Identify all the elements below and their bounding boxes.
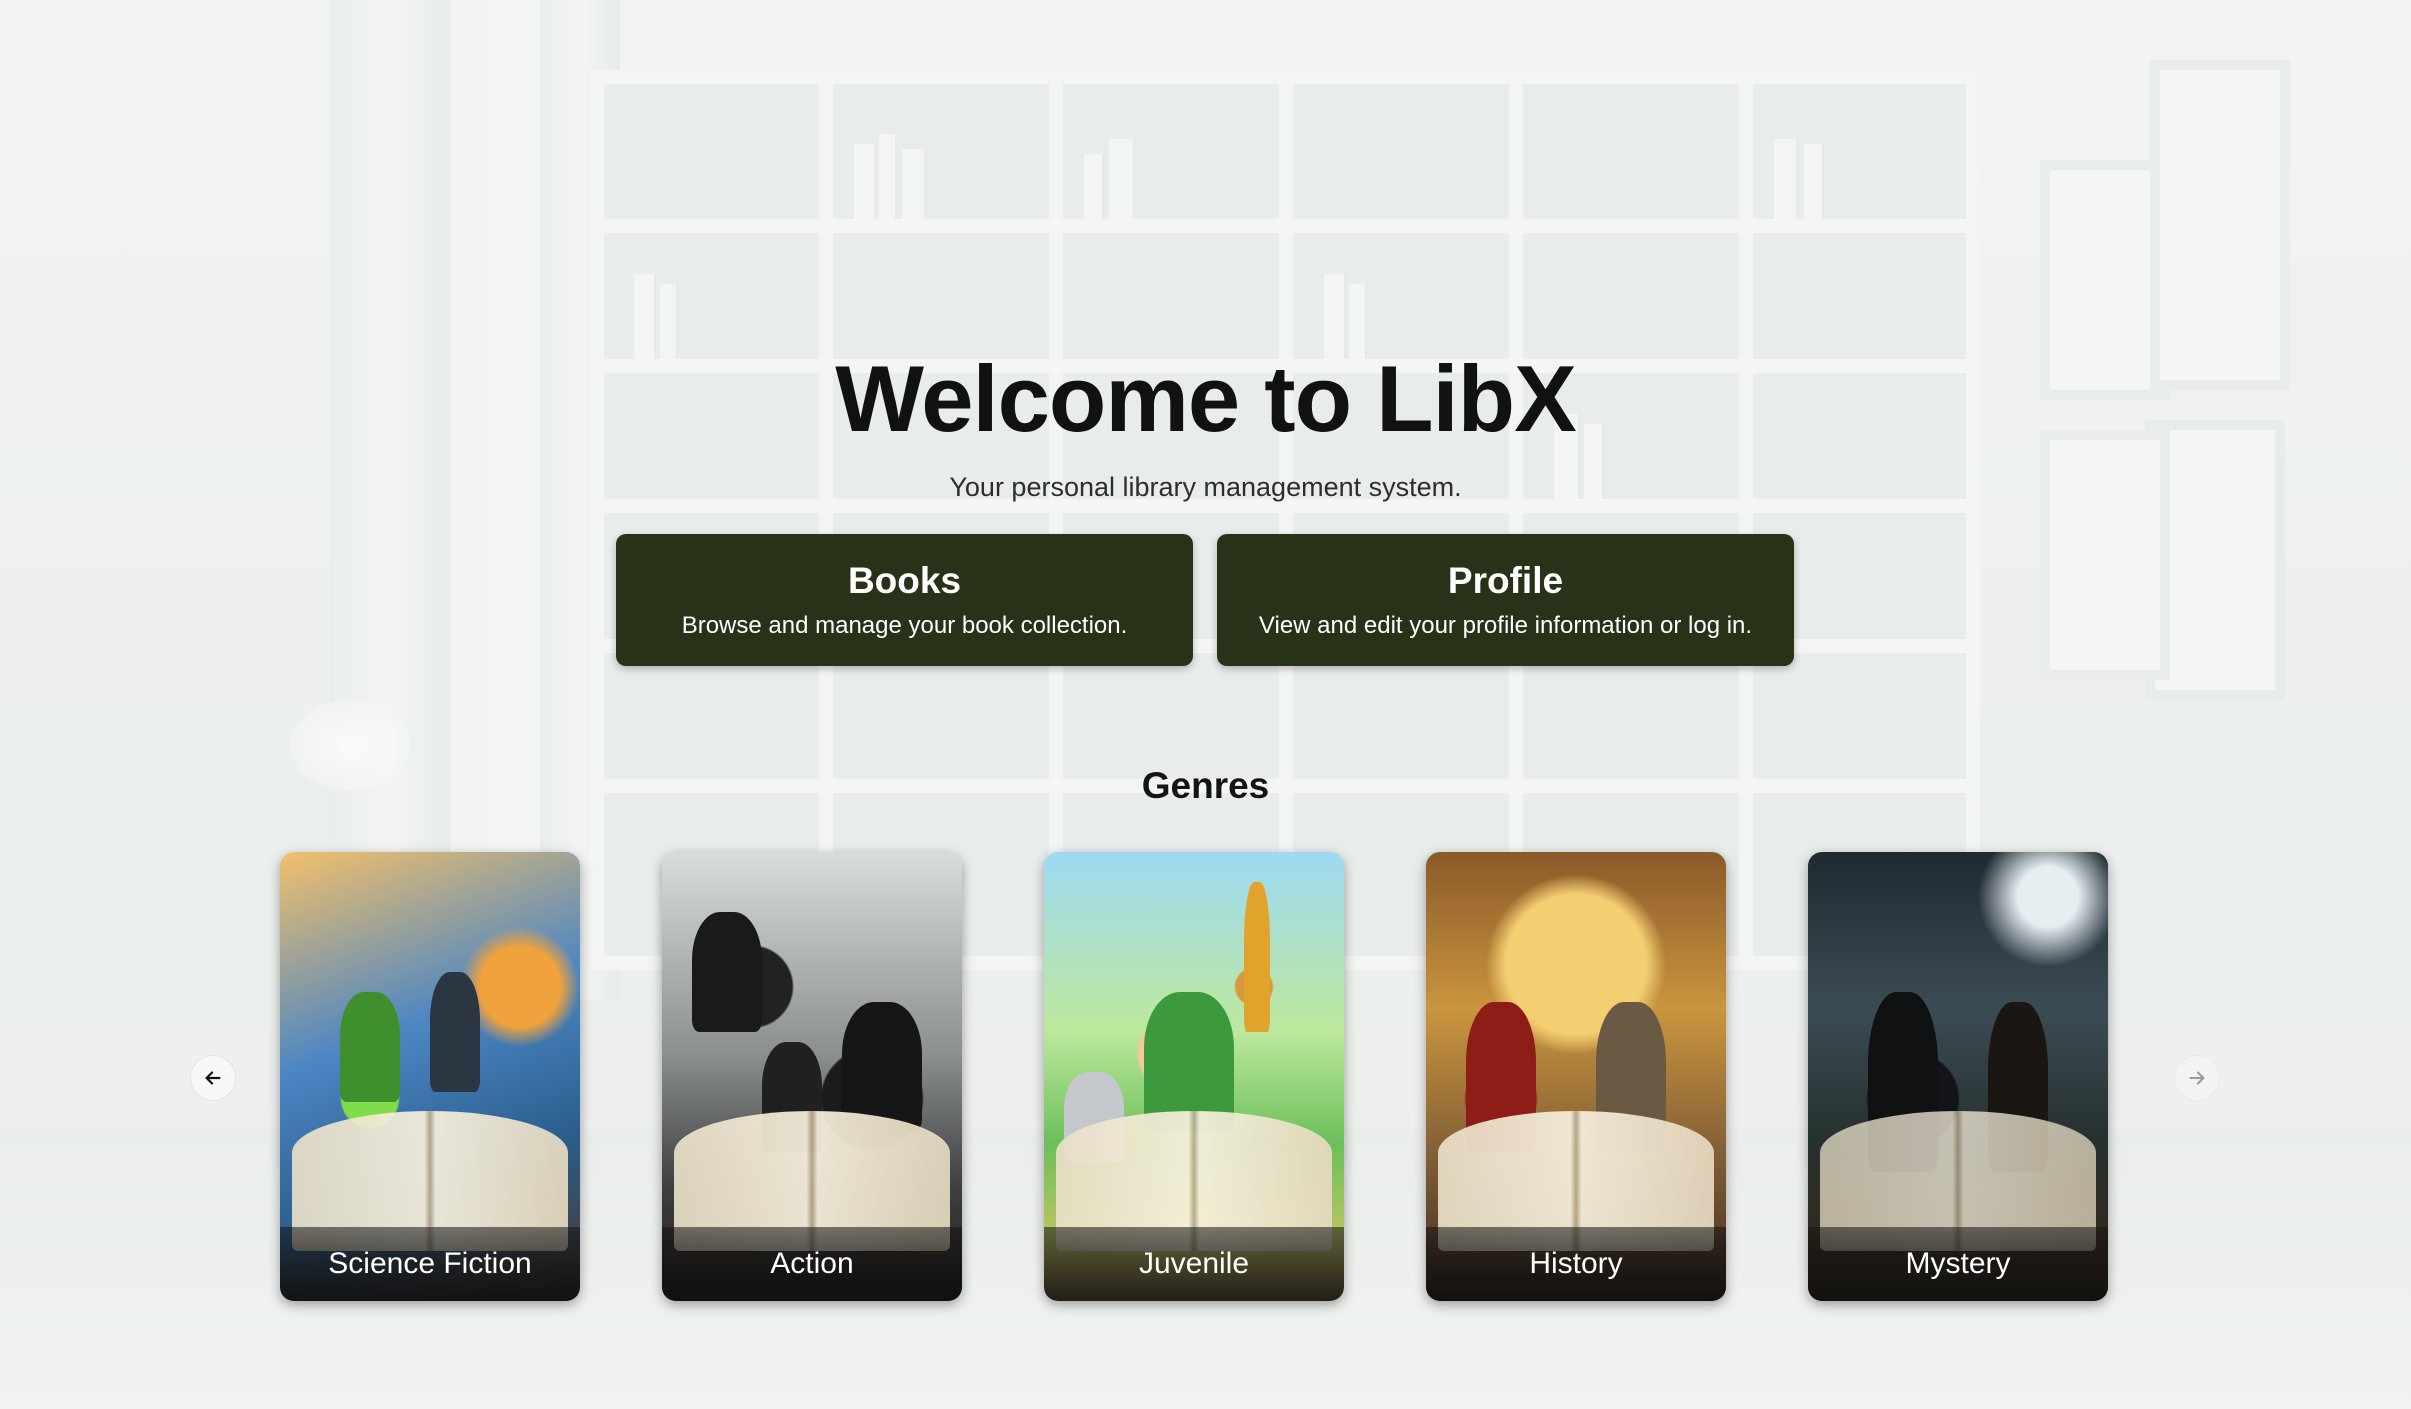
arrow-left-icon (205, 1071, 221, 1085)
genres-heading: Genres (1141, 765, 1270, 806)
books-card-title: Books (847, 560, 962, 601)
books-card-description: Browse and manage your book collection. (681, 612, 1128, 639)
profile-card[interactable]: Profile View and edit your profile infor… (1217, 534, 1794, 666)
carousel-next-button[interactable] (2174, 1055, 2220, 1101)
profile-card-title: Profile (1447, 560, 1564, 601)
genre-card-history[interactable]: History (1426, 852, 1726, 1301)
genre-label: Mystery (1808, 1227, 2108, 1301)
profile-card-description: View and edit your profile information o… (1258, 612, 1753, 639)
genre-card-action[interactable]: Action (662, 852, 962, 1301)
page-subtitle: Your personal library management system. (949, 472, 1462, 502)
genre-label: History (1426, 1227, 1726, 1301)
books-card[interactable]: Books Browse and manage your book collec… (616, 534, 1193, 666)
genre-card-mystery[interactable]: Mystery (1808, 852, 2108, 1301)
genre-label: Science Fiction (280, 1227, 580, 1301)
carousel-prev-button[interactable] (190, 1055, 236, 1101)
page-title: Welcome to LibX (835, 346, 1577, 451)
genre-card-juvenile[interactable]: Juvenile (1044, 852, 1344, 1301)
arrow-right-icon (2189, 1071, 2205, 1085)
genre-label: Juvenile (1044, 1227, 1344, 1301)
genre-label: Action (662, 1227, 962, 1301)
genre-card-science-fiction[interactable]: Science Fiction (280, 852, 580, 1301)
